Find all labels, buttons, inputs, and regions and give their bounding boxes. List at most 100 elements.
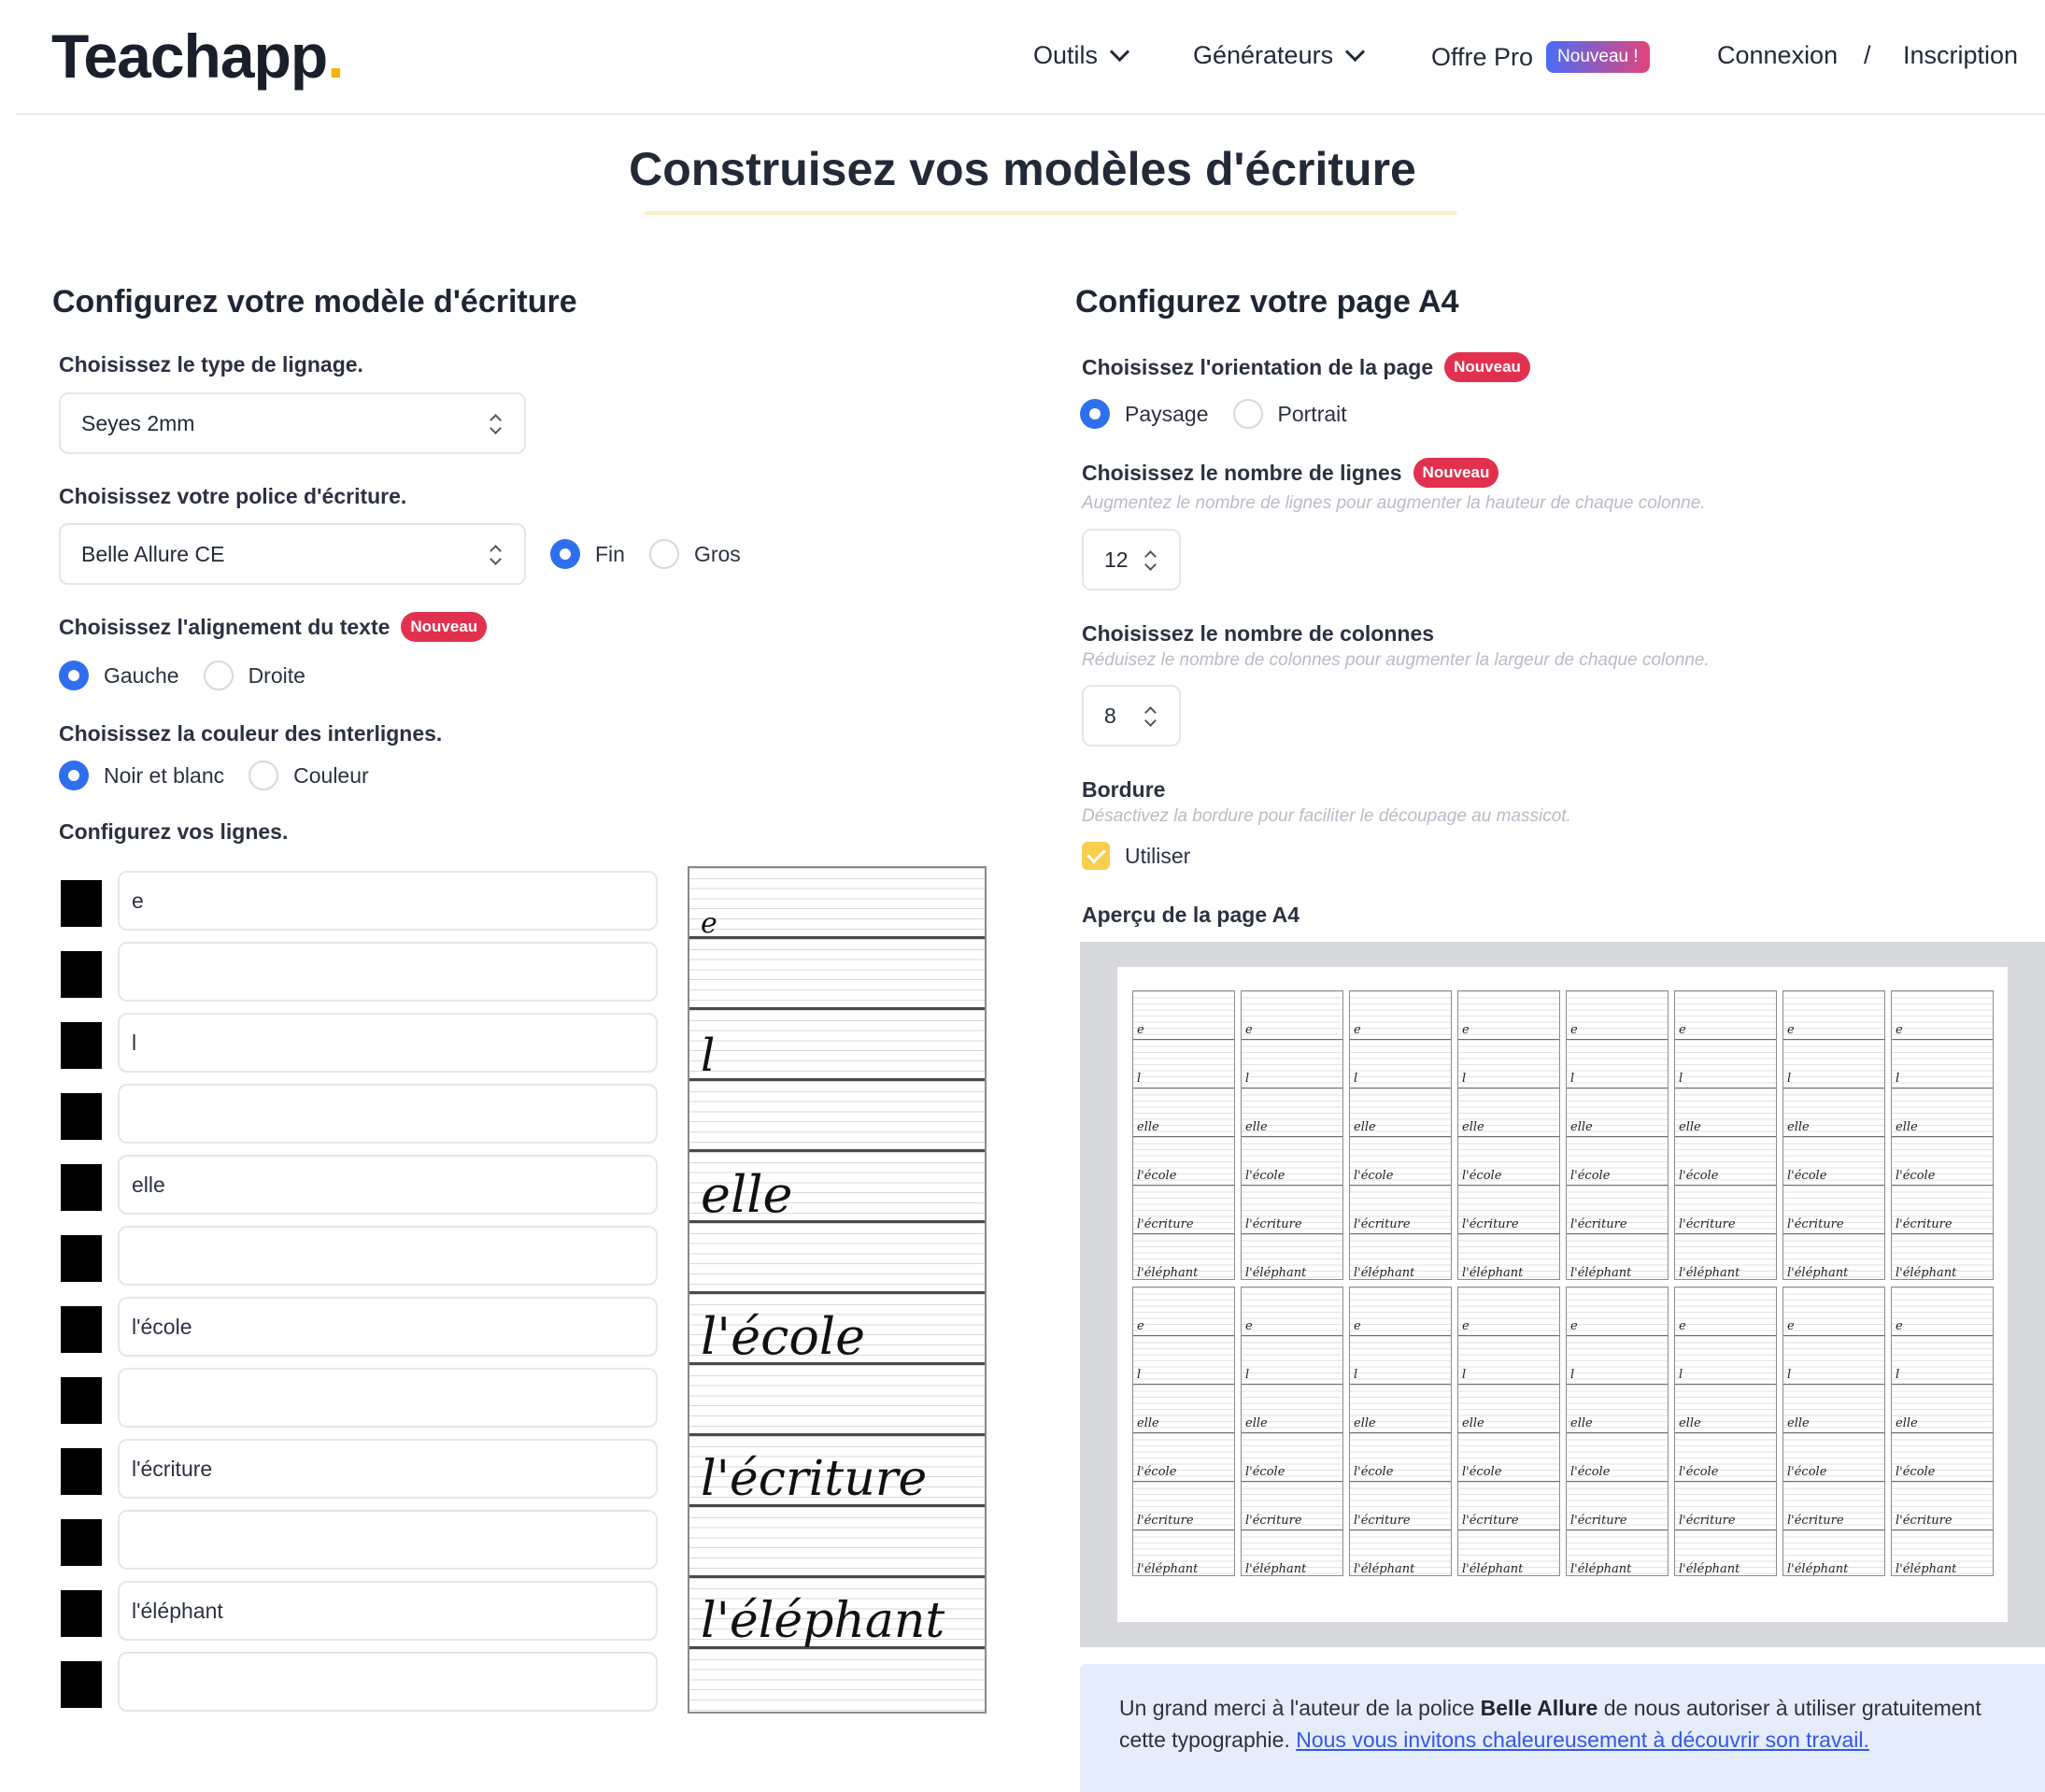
line-color-swatch[interactable] [61,880,102,927]
a4-mini-word: l'éléphant [1787,1562,1849,1576]
line-text-input[interactable]: elle [118,1155,658,1215]
preview-ruled-cell [689,1649,985,1712]
nouveau-badge: Nouveau ! [1546,41,1650,73]
radio-portrait[interactable] [1232,399,1263,429]
teachapp-logo[interactable]: Teachapp. [51,21,345,92]
a4-preview-frame: e l elle l'école l'écriture l'éléphant e l elle l… [1080,942,2045,1647]
a4-mini-row [1458,1287,1559,1336]
a4-mini-word: l'écriture [1462,1514,1519,1528]
nouveau-badge: Nouveau [1444,352,1530,382]
a4-mini-row [1350,1287,1451,1336]
bordure-checkbox[interactable] [1082,842,1110,870]
nav-outils[interactable]: Outils [1033,41,1130,70]
a4-mini-word: e [1245,1319,1253,1333]
a4-mini-word: elle [1462,1416,1484,1430]
a4-mini-word: l [1679,1072,1683,1086]
nav-inscription[interactable]: Inscription [1903,41,2018,70]
nav-connexion[interactable]: Connexion [1717,41,1838,70]
line-text-input[interactable]: l'éléphant [118,1581,658,1641]
a4-mini-row [1567,1287,1668,1336]
chevron-down-icon [1109,41,1130,62]
a4-mini-word: l'école [1354,1465,1394,1479]
bordure-help: Désactivez la bordure pour faciliter le … [1082,806,1571,826]
a4-mini-word: l'éléphant [1896,1562,1957,1576]
nb-lignes-label: Choisissez le nombre de lignes Nouveau [1082,458,1499,488]
updown-arrows-icon [490,544,502,566]
nb-lignes-stepper[interactable]: 12 [1082,529,1181,590]
line-color-swatch[interactable] [61,1377,102,1424]
radio-gros[interactable] [648,539,679,569]
a4-mini-word: elle [1245,1120,1268,1134]
preview-ruled-cell [689,1223,985,1294]
a4-mini-word: l'école [1570,1169,1611,1183]
line-text-input[interactable]: l'écriture [118,1439,658,1499]
a4-mini-word: l'éléphant [1245,1266,1307,1280]
nav-generateurs[interactable]: Générateurs [1193,41,1366,70]
a4-mini-row [1458,991,1559,1040]
line-text-input[interactable] [118,1084,658,1144]
radio-paysage[interactable] [1080,399,1110,429]
line-text-input[interactable]: l'école [118,1297,658,1357]
couleur-radio-group: Noir et blanc Couleur [59,761,369,790]
line-color-swatch[interactable] [61,1448,102,1495]
police-select[interactable]: Belle Allure CE [59,523,526,585]
preview-cursive-word: l'écriture [701,1451,928,1508]
line-text-input[interactable] [118,942,658,1002]
radio-fin[interactable] [550,539,580,569]
a4-mini-template: e l elle l'école l'écriture l'éléphant [1891,1287,1994,1576]
nouveau-badge: Nouveau [1413,458,1499,488]
nb-lignes-help: Augmentez le nombre de lignes pour augme… [1082,493,1706,513]
line-color-swatch[interactable] [61,1306,102,1353]
a4-mini-word: l'écriture [1679,1514,1736,1528]
line-text-input[interactable] [118,1510,658,1570]
line-text-input[interactable]: l [118,1013,658,1073]
line-color-swatch[interactable] [61,1022,102,1069]
a4-mini-template: e l elle l'école l'écriture l'éléphant [1132,1287,1235,1576]
radio-gauche-label: Gauche [104,662,179,688]
a4-mini-word: l'écriture [1570,1217,1627,1231]
radio-droite-label: Droite [248,662,305,688]
a4-mini-row [1892,1287,1993,1336]
radio-gauche[interactable] [59,661,89,690]
a4-mini-word: e [1245,1023,1253,1037]
a4-mini-word: l [1137,1368,1142,1382]
preview-ruled-cell [689,939,985,1010]
line-color-swatch[interactable] [61,1093,102,1140]
radio-droite[interactable] [203,661,234,690]
preview-cursive-word: e [701,906,717,940]
a4-mini-word: l'écriture [1679,1217,1736,1231]
line-color-swatch[interactable] [61,951,102,998]
line-text-input[interactable] [118,1226,658,1286]
line-text-input[interactable] [118,1652,658,1712]
a4-mini-word: e [1679,1023,1686,1037]
a4-mini-word: l [1787,1072,1792,1086]
a4-mini-word: l [1787,1368,1792,1382]
title-underline [645,211,1457,215]
lignage-select[interactable]: Seyes 2mm [59,392,526,454]
radio-noir-et-blanc[interactable] [59,761,89,790]
radio-couleur[interactable] [249,761,279,790]
line-color-swatch[interactable] [61,1164,102,1211]
a4-mini-template: e l elle l'école l'écriture l'éléphant [1457,1287,1560,1576]
line-color-swatch[interactable] [61,1519,102,1566]
a4-mini-word: l'école [1354,1169,1394,1183]
credit-link[interactable]: Nous vous invitons chaleureusement à déc… [1296,1728,1869,1752]
a4-mini-row [1350,991,1451,1040]
a4-mini-template: e l elle l'école l'écriture l'éléphant [1241,1287,1343,1576]
chevron-down-icon [1344,41,1366,62]
line-color-swatch[interactable] [61,1661,102,1708]
nb-colonnes-stepper[interactable]: 8 [1082,685,1181,747]
a4-mini-word: l'éléphant [1896,1266,1957,1280]
a4-mini-row [1567,1336,1668,1385]
a4-mini-word: elle [1570,1120,1593,1134]
line-text-input[interactable]: e [118,871,658,931]
a4-mini-template: e l elle l'école l'écriture l'éléphant [1674,1287,1777,1576]
line-text-input[interactable] [118,1368,658,1428]
a4-mini-row [1242,991,1342,1040]
a4-mini-word: l'école [1787,1169,1827,1183]
line-color-swatch[interactable] [61,1590,102,1637]
radio-gros-label: Gros [693,541,741,566]
nav-offre-pro[interactable]: Offre Pro Nouveau ! [1431,41,1650,73]
line-color-swatch[interactable] [61,1235,102,1282]
a4-mini-template: e l elle l'école l'écriture l'éléphant [1457,990,1560,1280]
